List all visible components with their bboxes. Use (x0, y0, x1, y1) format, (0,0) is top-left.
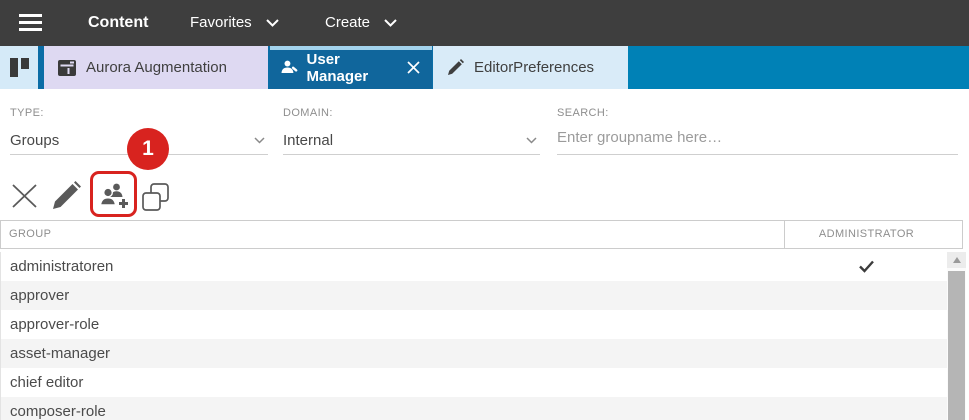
delete-x-icon (11, 183, 38, 209)
table-row[interactable]: administratoren (1, 252, 947, 281)
edit-group-button[interactable] (51, 181, 82, 216)
administrator-cell (785, 310, 948, 339)
pencil-icon (447, 59, 464, 76)
user-manager-app: Content Favorites Create Aurora Augmenta… (0, 0, 969, 420)
table-row[interactable]: chief editor (1, 368, 947, 397)
tab-label: EditorPreferences (474, 59, 594, 76)
close-tab-button[interactable] (406, 60, 421, 75)
domain-value: Internal (283, 132, 540, 149)
administrator-cell (785, 368, 948, 397)
chevron-down-icon (384, 19, 397, 27)
triangle-up-icon (953, 257, 961, 263)
table-row[interactable]: approver (1, 281, 947, 310)
hamburger-menu-icon[interactable] (19, 14, 42, 31)
page-icon (58, 60, 76, 76)
tab-strip-background (628, 46, 969, 89)
tab-user-manager[interactable]: User Manager (270, 46, 432, 89)
tab-aurora-augmentation[interactable]: Aurora Augmentation (44, 46, 268, 89)
add-group-icon (99, 181, 128, 210)
search-input[interactable] (557, 129, 958, 146)
administrator-cell (785, 252, 948, 281)
favorites-label: Favorites (190, 14, 252, 31)
add-group-button[interactable] (99, 181, 128, 215)
menu-favorites[interactable]: Favorites (190, 0, 279, 45)
tab-editor-preferences[interactable]: EditorPreferences (433, 46, 628, 89)
group-name: administratoren (10, 252, 113, 281)
menu-create[interactable]: Create (325, 0, 397, 45)
tab-label: User Manager (307, 51, 398, 85)
administrator-cell (785, 281, 948, 310)
group-name: asset-manager (10, 339, 110, 368)
create-label: Create (325, 14, 370, 31)
chevron-down-icon[interactable] (526, 137, 537, 144)
annotation-badge: 1 (127, 128, 169, 170)
table-header: GROUP ADMINISTRATOR (0, 220, 963, 249)
chevron-down-icon[interactable] (254, 137, 265, 144)
delete-group-button[interactable] (11, 183, 38, 214)
table-body: administratorenapproverapprover-roleasse… (0, 252, 947, 420)
scroll-up-button[interactable] (947, 252, 966, 268)
administrator-cell (785, 339, 948, 368)
close-icon (406, 60, 421, 75)
domain-label: DOMAIN: (283, 100, 540, 119)
checkmark-icon (858, 260, 875, 273)
column-header-administrator[interactable]: ADMINISTRATOR (785, 221, 948, 248)
type-label: TYPE: (10, 100, 268, 119)
apps-switcher-button[interactable] (0, 46, 38, 89)
copy-group-button[interactable] (141, 182, 170, 217)
apps-icon (10, 58, 29, 77)
domain-dropdown[interactable]: DOMAIN: Internal (283, 100, 540, 155)
table-row[interactable]: asset-manager (1, 339, 947, 368)
group-name: approver (10, 281, 69, 310)
table-row[interactable]: composer-role (1, 397, 947, 420)
scrollbar-thumb[interactable] (948, 271, 965, 420)
administrator-cell (785, 397, 948, 420)
group-name: chief editor (10, 368, 83, 397)
group-name: approver-role (10, 310, 99, 339)
menu-content[interactable]: Content (88, 0, 148, 45)
chevron-down-icon (266, 19, 279, 27)
search-label: SEARCH: (557, 100, 958, 119)
tab-strip: Aurora Augmentation User Manager EditorP… (0, 46, 969, 89)
group-name: composer-role (10, 397, 106, 420)
top-bar: Content Favorites Create (0, 0, 969, 46)
column-header-group[interactable]: GROUP (9, 221, 51, 248)
pencil-icon (51, 181, 82, 211)
table-row[interactable]: approver-role (1, 310, 947, 339)
user-manager-icon (281, 59, 299, 76)
copy-icon (141, 182, 170, 212)
search-field: SEARCH: (557, 100, 958, 155)
tab-label: Aurora Augmentation (86, 59, 227, 76)
scrollbar[interactable] (947, 252, 966, 420)
